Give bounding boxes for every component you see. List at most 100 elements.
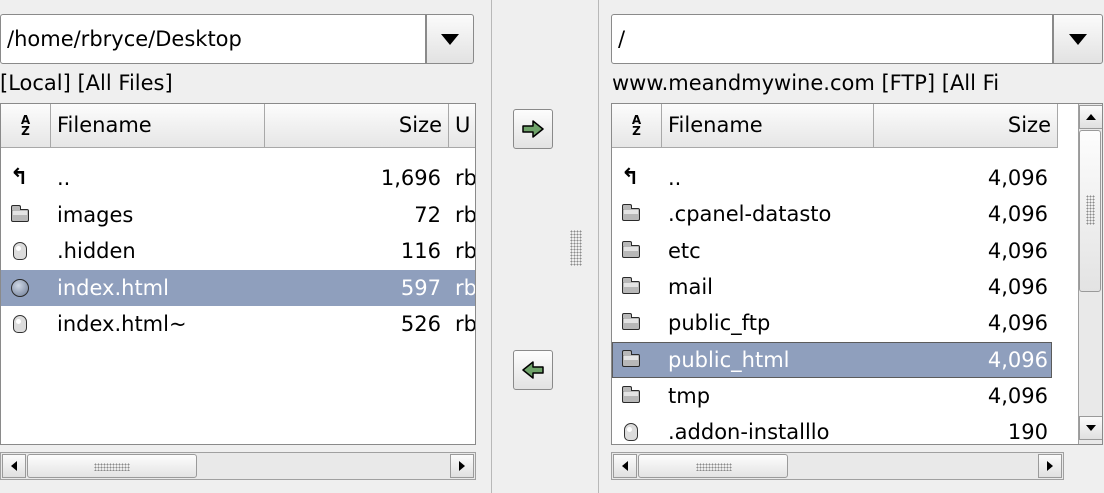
local-column-owner[interactable]: U — [449, 104, 475, 148]
file-icon — [621, 422, 641, 442]
file-size: 4,096 — [987, 383, 1048, 408]
upload-button[interactable] — [513, 109, 553, 149]
file-name: index.html — [57, 275, 169, 300]
file-size: 72 — [414, 202, 441, 227]
file-size: 190 — [1007, 420, 1048, 445]
grip-icon — [1086, 195, 1095, 225]
pane-divider-left — [491, 0, 492, 493]
file-name: .addon-installlo — [668, 420, 830, 445]
file-name: etc — [668, 238, 701, 263]
local-file-row[interactable]: index.html 597 rb — [1, 269, 476, 306]
chevron-down-icon — [441, 33, 459, 45]
folder-icon — [621, 313, 641, 333]
file-owner: rb — [455, 239, 476, 263]
file-owner: rb — [455, 275, 476, 300]
remote-file-row[interactable]: mail 4,096 — [612, 269, 1052, 305]
file-name: public_ftp — [668, 311, 771, 336]
up-arrow-icon: ↰ — [621, 165, 640, 190]
file-size: 4,096 — [987, 238, 1048, 263]
remote-file-list[interactable]: AZ Filename Size ↰.. 4,096 .cpanel-datasto… — [611, 103, 1103, 445]
arrow-right-icon — [459, 461, 465, 471]
remote-file-row[interactable]: etc 4,096 — [612, 233, 1052, 269]
file-size: 1,696 — [380, 166, 441, 190]
download-button[interactable] — [513, 350, 553, 390]
remote-pane-label: www.meandmywine.com [FTP] [All Fi — [612, 71, 1000, 95]
remote-horizontal-scrollbar[interactable] — [611, 452, 1064, 480]
remote-column-size[interactable]: Size — [874, 104, 1058, 148]
remote-file-row[interactable]: .cpanel-datasto 4,096 — [612, 196, 1052, 232]
file-name: tmp — [668, 383, 711, 408]
arrow-left-icon — [11, 461, 17, 471]
remote-file-row[interactable]: public_ftp 4,096 — [612, 305, 1052, 341]
remote-file-row[interactable]: .addon-installlo 190 — [612, 414, 1052, 445]
remote-file-row[interactable]: tmp 4,096 — [612, 378, 1052, 414]
html-globe-icon — [10, 278, 30, 298]
grip-icon — [696, 463, 732, 471]
file-size: 4,096 — [987, 166, 1048, 190]
scroll-right-button[interactable] — [450, 454, 474, 478]
sort-az-icon[interactable]: AZ — [612, 104, 662, 148]
file-icon — [10, 314, 30, 334]
remote-list-header: AZ Filename Size — [612, 104, 1102, 148]
folder-icon — [621, 349, 641, 370]
file-name: .hidden — [57, 239, 136, 263]
arrow-right-icon — [522, 120, 544, 138]
remote-path-dropdown-button[interactable] — [1053, 14, 1103, 64]
remote-path-text: / — [618, 27, 626, 51]
local-column-filename[interactable]: Filename — [51, 104, 265, 148]
grip-icon — [94, 463, 130, 471]
local-file-row[interactable]: images 72 rb — [1, 197, 476, 233]
file-size: 4,096 — [987, 347, 1048, 372]
local-file-row[interactable]: .hidden 116 rb — [1, 233, 476, 269]
file-icon — [10, 241, 30, 261]
folder-icon — [621, 204, 641, 224]
scroll-thumb[interactable] — [638, 454, 788, 478]
file-name: .. — [57, 166, 71, 190]
local-path-input[interactable]: /home/rbryce/Desktop — [0, 14, 426, 64]
local-file-row[interactable]: ↰.. 1,696 rb — [1, 160, 476, 196]
folder-icon — [621, 385, 641, 406]
file-size: 116 — [400, 239, 441, 263]
arrow-left-icon — [622, 461, 628, 471]
sort-az-icon[interactable]: AZ — [1, 104, 51, 148]
scroll-thumb[interactable] — [1079, 130, 1101, 292]
file-size: 4,096 — [987, 274, 1048, 299]
file-name: .. — [668, 166, 682, 190]
local-path-dropdown-button[interactable] — [426, 14, 474, 64]
file-owner: rb — [455, 312, 476, 336]
splitter-grip-icon[interactable] — [570, 230, 582, 266]
file-owner: rb — [455, 202, 476, 227]
up-arrow-icon: ↰ — [10, 165, 29, 190]
file-owner: rb — [455, 166, 476, 190]
local-list-header: AZ Filename Size U — [1, 104, 475, 148]
remote-path-input[interactable]: / — [611, 14, 1053, 64]
arrow-right-icon — [1047, 461, 1053, 471]
file-size: 526 — [400, 312, 441, 336]
local-pane-label: [Local] [All Files] — [0, 71, 173, 95]
remote-file-row[interactable]: public_html 4,096 — [612, 341, 1052, 378]
scroll-down-button[interactable] — [1079, 416, 1102, 440]
local-file-list[interactable]: AZ Filename Size U ↰.. 1,696 rb images 72 rb.… — [0, 103, 476, 445]
file-name: index.html~ — [57, 312, 187, 336]
folder-icon — [621, 240, 641, 261]
remote-file-row[interactable]: ↰.. 4,096 — [612, 160, 1052, 196]
folder-icon — [10, 204, 30, 225]
file-size: 4,096 — [987, 202, 1048, 227]
pane-divider-right — [598, 0, 599, 493]
chevron-down-icon — [1069, 33, 1087, 45]
local-column-size[interactable]: Size — [265, 104, 449, 148]
scroll-up-button[interactable] — [1079, 105, 1102, 129]
local-file-row[interactable]: index.html~ 526 rb — [1, 306, 476, 342]
folder-icon — [621, 276, 641, 297]
scroll-left-button[interactable] — [613, 454, 637, 478]
arrow-left-icon — [522, 361, 544, 379]
scroll-left-button[interactable] — [2, 454, 26, 478]
scroll-thumb[interactable] — [27, 454, 197, 478]
scroll-right-button[interactable] — [1038, 454, 1062, 478]
arrow-up-icon — [1086, 114, 1096, 120]
remote-vertical-scrollbar[interactable] — [1078, 104, 1102, 444]
arrow-down-icon — [1086, 425, 1096, 431]
local-horizontal-scrollbar[interactable] — [0, 452, 476, 480]
remote-column-filename[interactable]: Filename — [662, 104, 874, 148]
local-path-text: /home/rbryce/Desktop — [7, 27, 242, 51]
